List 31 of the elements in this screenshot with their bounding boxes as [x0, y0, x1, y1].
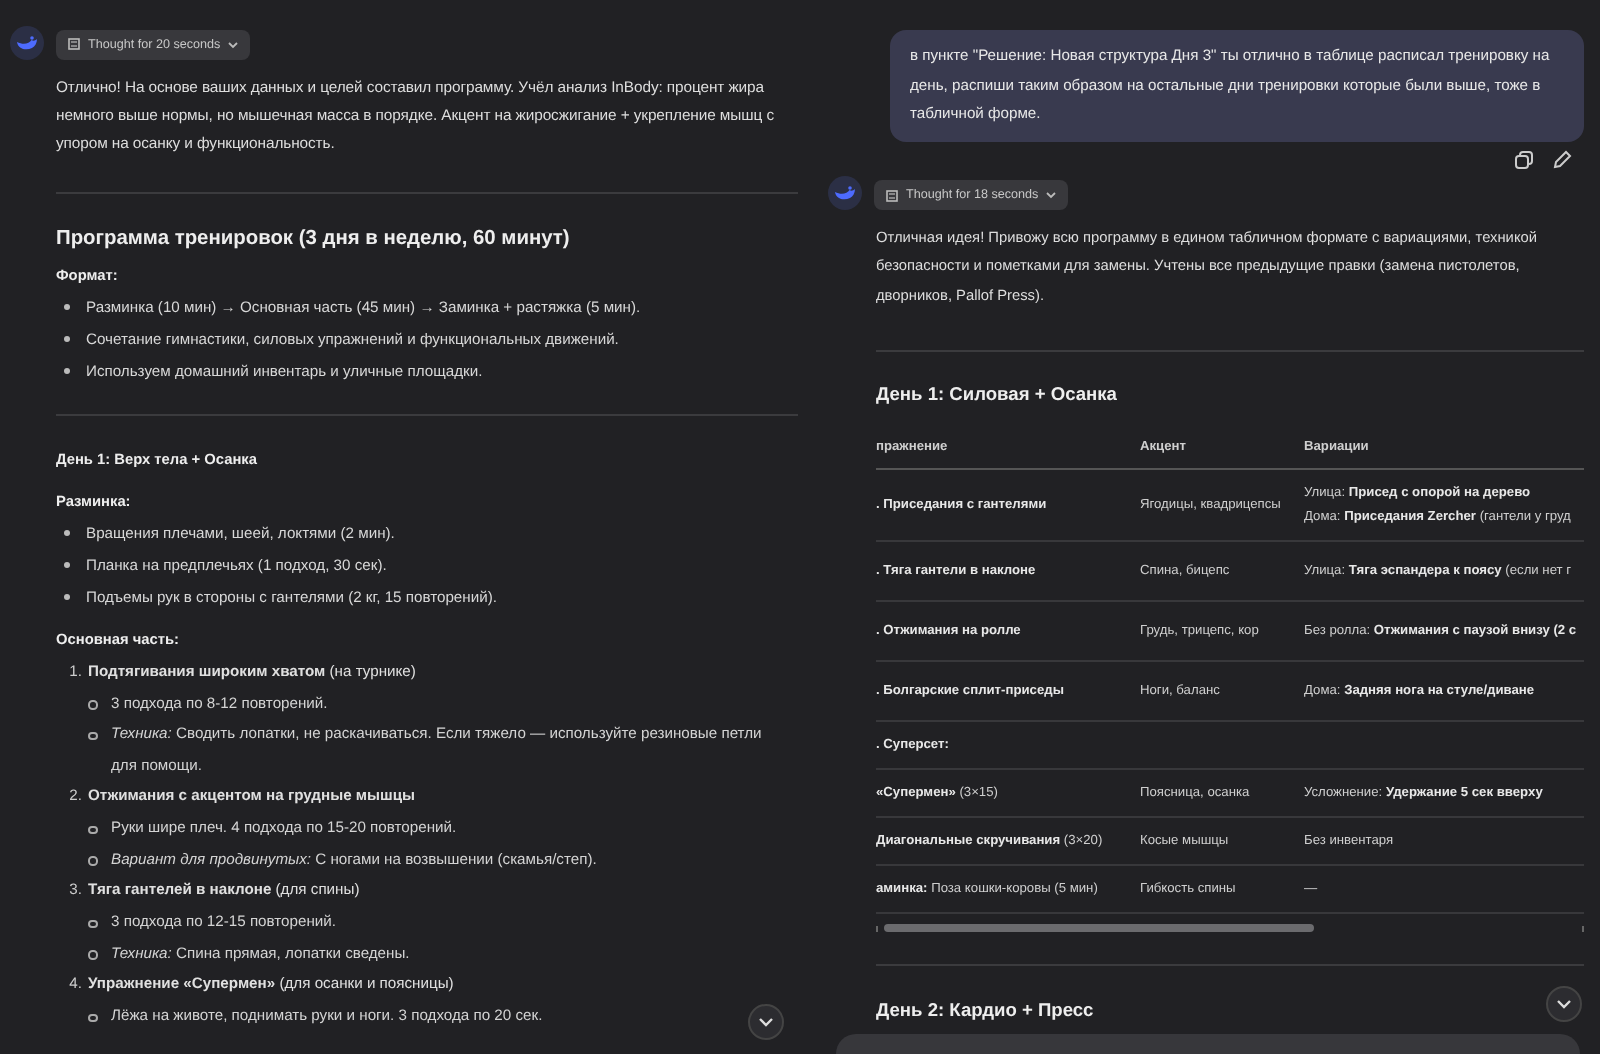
copy-icon	[1514, 149, 1534, 169]
bullet-icon	[64, 304, 70, 311]
bullet-icon	[88, 1013, 97, 1023]
bullet-icon	[88, 700, 97, 710]
bullet-icon	[64, 336, 70, 343]
scroll-down-button[interactable]	[1546, 986, 1582, 1022]
bullet-icon	[64, 530, 70, 537]
bullet-icon	[88, 919, 97, 929]
caret-icon	[228, 39, 239, 49]
bullet-icon	[88, 731, 97, 741]
bullet-icon	[88, 856, 97, 866]
bullet-icon	[88, 825, 97, 835]
bullet-icon	[64, 594, 70, 601]
whale-logo-icon	[10, 25, 44, 59]
caret-icon	[1046, 190, 1057, 200]
whale-logo-icon	[828, 176, 862, 210]
chevron-down-icon	[1556, 998, 1572, 1010]
bullet-icon	[88, 950, 97, 960]
chevron-down-icon	[758, 1016, 774, 1028]
pencil-icon	[1552, 149, 1572, 169]
section-heading: Программа тренировок (3 дня в неделю, 60 минут)	[56, 227, 572, 250]
bullet-icon	[64, 368, 70, 375]
thinking-icon	[68, 38, 80, 50]
day-heading: День 2: Кардио + Пресс	[876, 1000, 1094, 1020]
thinking-icon	[886, 189, 898, 201]
horizontal-scrollbar[interactable]	[876, 918, 1584, 938]
scroll-down-button[interactable]	[748, 1004, 784, 1040]
day-heading: День 1: Силовая + Осанка	[876, 384, 1117, 404]
edit-button[interactable]	[1552, 149, 1572, 169]
bullet-icon	[64, 562, 70, 569]
copy-button[interactable]	[1514, 149, 1534, 169]
